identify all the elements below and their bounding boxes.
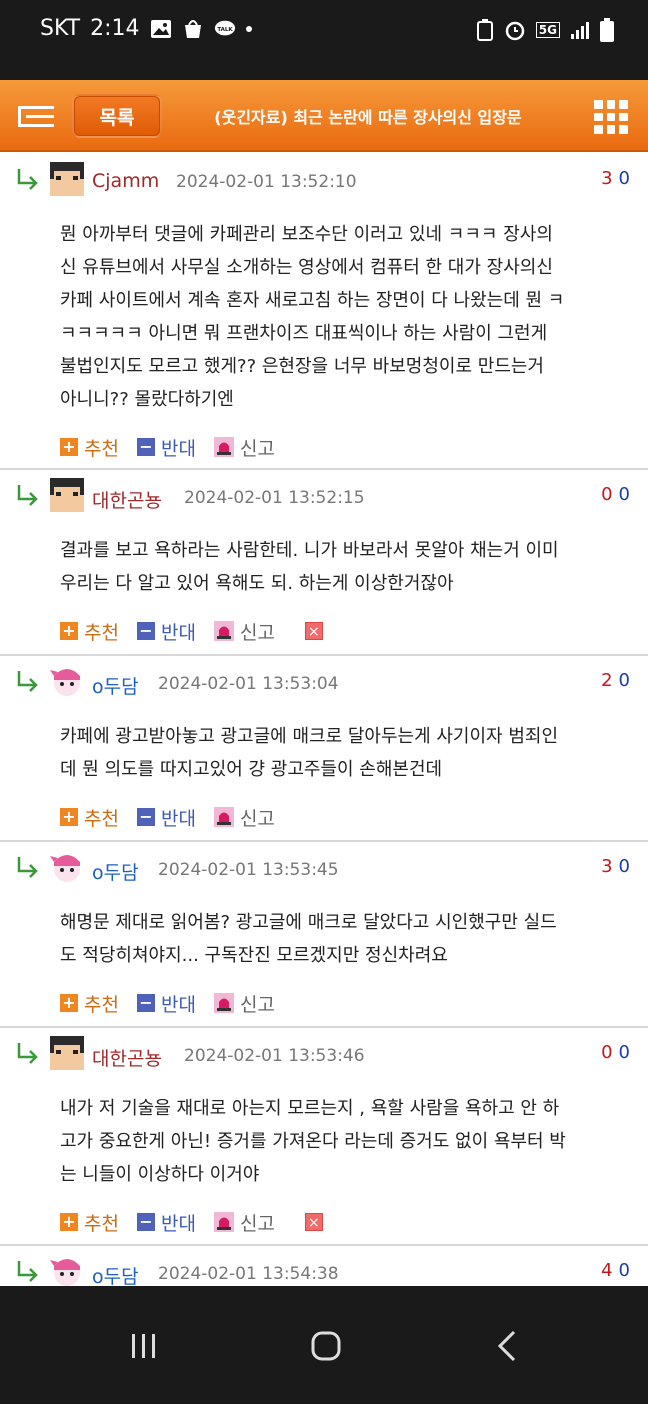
comment-item: Cjamm 2024-02-01 13:52:10 30 뭔 아까부터 댓글에 … [0,154,648,470]
oppose-button[interactable]: − 반대 [136,804,196,831]
plus-icon: + [60,438,78,456]
report-button[interactable]: 신고 [213,804,275,831]
comment-author[interactable]: 대한곤뇽 [92,1044,162,1071]
battery-saver-icon [476,19,493,41]
system-nav-bar [0,1286,648,1404]
oppose-button[interactable]: − 반대 [136,434,196,461]
reply-arrow-icon [17,671,38,692]
alarm-icon [505,21,525,41]
notification-dot [245,25,252,32]
siren-icon [213,621,234,641]
reply-arrow-icon [17,1261,38,1282]
recommend-button[interactable]: + 추천 [60,434,119,461]
avatar [50,162,84,196]
comment-time: 2024-02-01 13:54:38 [158,1264,339,1284]
report-button[interactable]: 신고 [213,618,275,645]
comment-body: 뭔 아까부터 댓글에 카페관리 보조수단 이러고 있네 ㅋㅋㅋ 장사의 신 유튜… [60,224,565,410]
comment-body: 카페에 광고받아놓고 광고글에 매크로 달아두는게 사기이자 범죄인 데 뭔 의… [60,726,559,780]
avatar [50,855,80,882]
comment-time: 2024-02-01 13:52:15 [184,488,365,508]
recommend-button[interactable]: + 추천 [60,1209,119,1236]
vote-count: 00 [601,484,630,505]
recent-apps-icon[interactable] [124,1326,164,1366]
comment-author[interactable]: o두담 [92,858,139,885]
minus-icon: − [136,994,155,1012]
gallery-icon [150,19,171,38]
siren-icon [213,993,234,1013]
network-label: 5G [535,22,560,38]
comment-item: o두담 2024-02-01 13:53:04 20 카페에 광고받아놓고 광고… [0,656,648,842]
comment-list: Cjamm 2024-02-01 13:52:10 30 뭔 아까부터 댓글에 … [0,154,648,1286]
reply-arrow-icon [17,857,38,878]
signal-icon [571,22,589,39]
avatar [50,478,84,512]
comment-body: 결과를 보고 욕하라는 사람한테. 니가 바보라서 못알아 채는거 이미 우리는… [60,540,559,594]
app-header: 목록 (웃긴자료) 최근 논란에 따른 장사의신 입장문 [0,80,648,152]
home-icon[interactable] [306,1326,346,1366]
oppose-button[interactable]: − 반대 [136,990,196,1017]
grid-menu-icon[interactable] [594,100,628,134]
siren-icon [213,807,234,827]
reply-arrow-icon [17,169,38,190]
report-button[interactable]: 신고 [213,1209,275,1236]
svg-text:TALK: TALK [217,26,233,32]
status-bar: SKT 2:14 TALK 5G [0,0,648,80]
recommend-button[interactable]: + 추천 [60,990,119,1017]
comment-body: 해명문 제대로 읽어봄? 광고글에 매크로 달았다고 시인했구만 실드 도 적당… [60,912,557,966]
minus-icon: − [136,438,155,456]
page-title: (웃긴자료) 최근 논란에 따른 장사의신 입장문 [214,108,522,127]
plus-icon: + [60,808,78,826]
vote-count: 30 [601,856,630,877]
siren-icon [213,437,234,457]
oppose-button[interactable]: − 반대 [136,1209,196,1236]
reply-arrow-icon [17,485,38,506]
minus-icon: − [136,808,155,826]
menu-icon[interactable] [18,104,54,130]
comment-time: 2024-02-01 13:53:46 [184,1046,365,1066]
vote-count: 20 [601,670,630,691]
comment-author[interactable]: 대한곤뇽 [92,486,162,513]
comment-item: o두담 2024-02-01 13:53:45 30 해명문 제대로 읽어봄? … [0,842,648,1028]
comment-author[interactable]: o두담 [92,672,139,699]
avatar [50,669,80,696]
clock: 2:14 [90,16,140,41]
comment-time: 2024-02-01 13:52:10 [176,172,357,192]
comment-time: 2024-02-01 13:53:04 [158,674,339,694]
talk-icon: TALK [214,20,235,35]
battery-icon [600,18,614,42]
vote-count: 00 [601,1042,630,1063]
vote-count: 30 [601,168,630,189]
oppose-button[interactable]: − 반대 [136,618,196,645]
reply-arrow-icon [17,1043,38,1064]
avatar [50,1259,80,1286]
avatar [50,1036,84,1070]
comment-item: o두담 2024-02-01 13:54:38 40 [0,1246,648,1286]
comment-item: 대한곤뇽 2024-02-01 13:53:46 00 내가 저 기술을 재대로… [0,1028,648,1246]
delete-button[interactable]: × [304,1213,323,1231]
list-button[interactable]: 목록 [72,94,162,138]
comment-time: 2024-02-01 13:53:45 [158,860,339,880]
back-icon[interactable] [488,1326,528,1366]
carrier-label: SKT [40,16,81,41]
comment-author[interactable]: Cjamm [92,170,159,192]
recommend-button[interactable]: + 추천 [60,804,119,831]
comment-item: 대한곤뇽 2024-02-01 13:52:15 00 결과를 보고 욕하라는 … [0,470,648,656]
comment-author[interactable]: o두담 [92,1262,139,1286]
plus-icon: + [60,622,78,640]
vote-count: 40 [601,1260,630,1281]
recommend-button[interactable]: + 추천 [60,618,119,645]
shopping-bag-icon [184,19,201,38]
minus-icon: − [136,1213,155,1231]
report-button[interactable]: 신고 [213,434,275,461]
plus-icon: + [60,994,78,1012]
minus-icon: − [136,622,155,640]
plus-icon: + [60,1213,78,1231]
comment-body: 내가 저 기술을 재대로 아는지 모르는지 , 욕할 사람을 욕하고 안 하 고… [60,1098,566,1185]
delete-button[interactable]: × [304,622,323,640]
siren-icon [213,1212,234,1232]
report-button[interactable]: 신고 [213,990,275,1017]
